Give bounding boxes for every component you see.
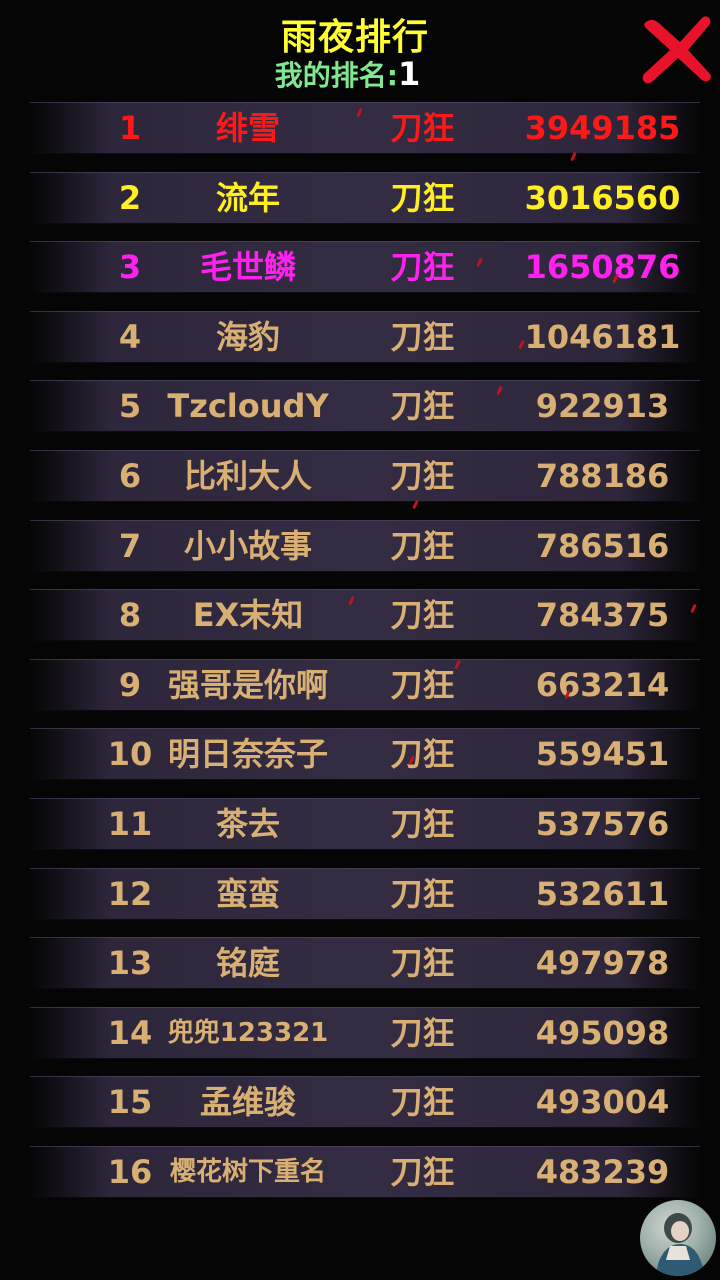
close-button[interactable]	[640, 12, 714, 84]
row-class: 刀狂	[390, 387, 455, 426]
row-player-name: 绯雪	[215, 109, 280, 147]
row-score: 1046181	[524, 317, 681, 356]
leaderboard-list: 1 绯雪 刀狂 3949185 2 流年 刀狂 3016560 3 毛世鳞 刀狂…	[30, 102, 700, 1216]
row-player-name: 小小故事	[183, 526, 312, 565]
player-avatar-icon[interactable]	[640, 1200, 716, 1276]
row-class: 刀狂	[390, 944, 455, 983]
my-rank: 我的排名:1	[0, 54, 695, 94]
row-score: 786516	[535, 526, 670, 565]
row-class: 刀狂	[390, 665, 455, 704]
row-player-name: 铭庭	[215, 944, 280, 983]
row-player-name: 强哥是你啊	[167, 665, 328, 704]
row-class: 刀狂	[390, 317, 455, 356]
page-title: 雨夜排行	[280, 17, 429, 58]
row-score: 3949185	[524, 109, 681, 147]
row-player-name: TzcloudY	[167, 387, 329, 426]
row-class: 刀狂	[390, 874, 455, 913]
row-player-name: 比利大人	[183, 456, 312, 495]
row-score: 922913	[535, 387, 670, 426]
row-score: 497978	[535, 944, 670, 983]
row-score: 532611	[535, 874, 670, 913]
row-score: 483239	[535, 1152, 670, 1191]
row-player-name: 兜兜123321	[167, 1017, 329, 1048]
leaderboard-row[interactable]: 3 毛世鳞 刀狂 1650876	[30, 241, 700, 294]
row-score: 784375	[535, 596, 670, 635]
leaderboard-row[interactable]: 12 蛮蛮 刀狂 532611	[30, 867, 700, 920]
leaderboard-row[interactable]: 11 茶去 刀狂 537576	[30, 797, 700, 850]
leaderboard-row[interactable]: 7 小小故事 刀狂 786516	[30, 519, 700, 572]
leaderboard-row[interactable]: 2 流年 刀狂 3016560	[30, 171, 700, 224]
row-player-name: 毛世鳞	[199, 248, 296, 287]
my-rank-value: 1	[397, 55, 421, 93]
leaderboard-row[interactable]: 9 强哥是你啊 刀狂 663214	[30, 658, 700, 711]
row-class: 刀狂	[390, 1152, 455, 1191]
leaderboard-row[interactable]: 16 樱花树下重名 刀狂 483239	[30, 1145, 700, 1198]
row-class: 刀狂	[390, 109, 455, 147]
row-class: 刀狂	[390, 735, 455, 774]
row-score: 663214	[535, 665, 670, 704]
row-score: 1650876	[524, 248, 681, 287]
leaderboard-row[interactable]: 6 比利大人 刀狂 788186	[30, 449, 700, 502]
leaderboard-row[interactable]: 15 孟维骏 刀狂 493004	[30, 1076, 700, 1129]
row-score: 495098	[535, 1013, 670, 1052]
row-score: 559451	[535, 735, 670, 774]
leaderboard-row[interactable]: 4 海豹 刀狂 1046181	[30, 310, 700, 363]
row-player-name: 樱花树下重名	[169, 1156, 326, 1187]
row-class: 刀狂	[390, 1013, 455, 1052]
row-player-name: EX末知	[192, 596, 304, 635]
leaderboard-row[interactable]: 1 绯雪 刀狂 3949185	[30, 102, 700, 154]
leaderboard-screen: 雨夜排行 我的排名:1 1 绯雪 刀狂 3949185 2 流年 刀狂 3016…	[0, 0, 720, 1280]
row-player-name: 流年	[215, 178, 280, 217]
my-rank-label: 我的排名:	[274, 59, 398, 92]
row-player-name: 孟维骏	[199, 1083, 296, 1122]
leaderboard-row[interactable]: 8 EX末知 刀狂 784375	[30, 589, 700, 642]
leaderboard-row[interactable]: 14 兜兜123321 刀狂 495098	[30, 1006, 700, 1059]
leaderboard-row[interactable]: 13 铭庭 刀狂 497978	[30, 937, 700, 990]
row-score: 493004	[535, 1083, 670, 1122]
leaderboard-row[interactable]: 5 TzcloudY 刀狂 922913	[30, 380, 700, 433]
row-player-name: 明日奈奈子	[167, 735, 328, 774]
row-class: 刀狂	[390, 804, 455, 843]
avatar-figure-icon	[656, 1213, 704, 1276]
row-score: 788186	[535, 456, 670, 495]
row-class: 刀狂	[390, 1083, 455, 1122]
row-class: 刀狂	[390, 456, 455, 495]
row-player-name: 海豹	[215, 317, 280, 356]
row-score: 3016560	[524, 178, 681, 217]
row-class: 刀狂	[390, 596, 455, 635]
row-class: 刀狂	[390, 178, 455, 217]
row-score: 537576	[535, 804, 670, 843]
row-player-name: 茶去	[215, 804, 280, 843]
row-class: 刀狂	[390, 248, 455, 287]
leaderboard-row[interactable]: 10 明日奈奈子 刀狂 559451	[30, 728, 700, 781]
close-x-icon	[642, 16, 711, 84]
row-player-name: 蛮蛮	[215, 874, 280, 913]
row-class: 刀狂	[390, 526, 455, 565]
